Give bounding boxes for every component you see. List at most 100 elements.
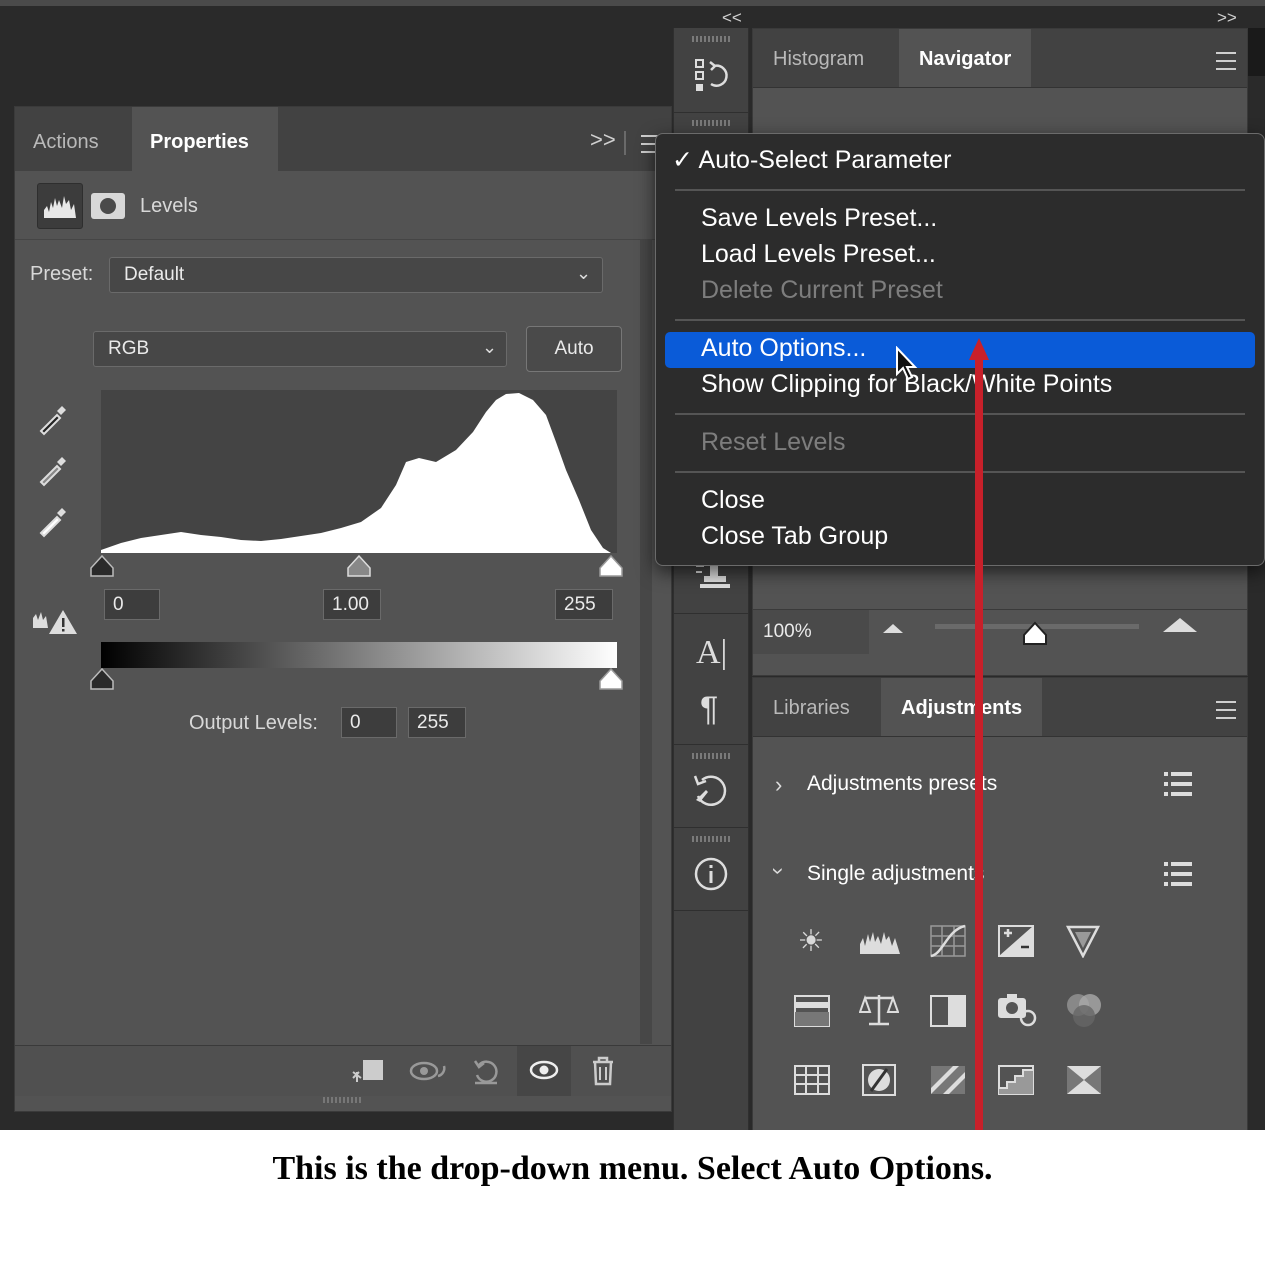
- navigator-tabbar: Histogram Navigator: [753, 29, 1247, 88]
- tab-histogram[interactable]: Histogram: [753, 29, 884, 87]
- auto-button[interactable]: Auto: [526, 326, 622, 372]
- white-point-eyedropper-icon[interactable]: [35, 501, 73, 544]
- strip-divider: [674, 827, 748, 828]
- list-view-icon[interactable]: [1163, 770, 1193, 803]
- trash-icon[interactable]: [590, 1056, 616, 1091]
- list-view-icon[interactable]: [1163, 860, 1193, 893]
- output-black-field[interactable]: [341, 707, 397, 738]
- tab-actions[interactable]: Actions: [15, 107, 117, 171]
- exposure-icon[interactable]: [997, 924, 1035, 963]
- adjustments-tabbar: Libraries Adjustments: [753, 678, 1247, 737]
- chevron-down-icon: ⌄: [482, 337, 498, 357]
- history-icon[interactable]: [694, 56, 730, 101]
- reset-adjustment-icon[interactable]: [471, 1057, 501, 1092]
- single-adjustments-label[interactable]: Single adjustments: [807, 862, 984, 886]
- history-brush-icon[interactable]: [692, 772, 730, 815]
- input-white-field[interactable]: [555, 589, 613, 620]
- levels-histogram: [101, 390, 617, 553]
- tab-navigator[interactable]: Navigator: [899, 29, 1032, 87]
- panel-menu-icon[interactable]: [1216, 52, 1236, 70]
- tutorial-caption: This is the drop-down menu. Select Auto …: [272, 1150, 993, 1187]
- menu-separator: [675, 471, 1245, 473]
- toggle-visibility-button[interactable]: [517, 1046, 571, 1096]
- output-levels-label: Output Levels:: [189, 712, 318, 734]
- brightness-contrast-icon[interactable]: ☀: [791, 922, 831, 962]
- black-point-eyedropper-icon[interactable]: [35, 399, 73, 442]
- tab-libraries[interactable]: Libraries: [753, 678, 870, 736]
- menu-separator: [675, 319, 1245, 321]
- menu-item-close-tab-group[interactable]: Close Tab Group: [701, 518, 888, 554]
- levels-adjustment-icon[interactable]: [37, 183, 83, 229]
- output-level-sliders[interactable]: [89, 667, 629, 693]
- info-icon[interactable]: [694, 857, 728, 896]
- input-level-sliders[interactable]: [89, 554, 629, 580]
- clone-stamp-icon[interactable]: [692, 562, 732, 597]
- gray-point-eyedropper-icon[interactable]: [35, 450, 73, 493]
- zoom-field[interactable]: 100%: [753, 610, 869, 654]
- menu-item-auto-select-parameter[interactable]: ✓ Auto-Select Parameter: [672, 142, 951, 178]
- view-previous-state-icon[interactable]: [408, 1058, 448, 1091]
- preset-dropdown[interactable]: Default ⌄: [109, 257, 603, 293]
- properties-subbar: Levels: [15, 171, 671, 240]
- chevron-down-icon: ⌄: [576, 263, 592, 283]
- zoom-slider-thumb[interactable]: [1021, 621, 1049, 647]
- paragraph-icon[interactable]: ¶: [700, 690, 718, 729]
- panel-flyout-menu: ✓ Auto-Select Parameter Save Levels Pres…: [655, 133, 1265, 566]
- chevron-down-icon[interactable]: ›: [766, 867, 792, 874]
- properties-scrollbar[interactable]: [640, 239, 652, 1044]
- channel-dropdown[interactable]: RGB ⌄: [93, 331, 507, 367]
- preset-value: Default: [124, 264, 185, 285]
- channel-mixer-icon[interactable]: [1064, 992, 1104, 1035]
- clipping-warning-icon[interactable]: [31, 606, 79, 641]
- menu-item-auto-options[interactable]: Auto Options...: [701, 330, 866, 366]
- output-gradient: [101, 642, 617, 668]
- selective-color-icon[interactable]: [1065, 1064, 1103, 1101]
- adjustments-panel: Libraries Adjustments › Adjustments pres…: [752, 677, 1248, 1130]
- strip-divider: [674, 112, 748, 113]
- annotation-arrow: [969, 338, 989, 1130]
- strip-grip: [692, 120, 730, 126]
- preset-label: Preset:: [30, 263, 94, 285]
- menu-item-load-levels-preset[interactable]: Load Levels Preset...: [701, 236, 936, 272]
- output-white-field[interactable]: [408, 707, 466, 738]
- strip-divider: [674, 744, 748, 745]
- mouse-cursor-icon: [896, 346, 918, 381]
- zoom-bar: 100%: [753, 609, 1247, 676]
- input-gamma-field[interactable]: [323, 589, 381, 620]
- invert-icon[interactable]: [861, 1063, 897, 1102]
- clip-to-layer-icon[interactable]: [349, 1058, 385, 1091]
- zoom-value: 100%: [763, 621, 812, 642]
- top-edge: [0, 0, 1265, 6]
- levels-icon[interactable]: [859, 928, 901, 961]
- menu-item-save-levels-preset[interactable]: Save Levels Preset...: [701, 200, 937, 236]
- threshold-icon[interactable]: [997, 1064, 1035, 1101]
- menu-item-delete-current-preset: Delete Current Preset: [701, 276, 943, 304]
- layer-mask-icon[interactable]: [91, 193, 125, 219]
- collapse-right-icon[interactable]: >>: [1217, 8, 1237, 28]
- color-lookup-icon[interactable]: [793, 1064, 831, 1101]
- properties-bottom-bar: [15, 1045, 671, 1096]
- vibrance-icon[interactable]: [1065, 924, 1101, 963]
- properties-tabbar: Actions Properties >>: [15, 107, 671, 172]
- zoom-out-icon[interactable]: [883, 624, 903, 633]
- zoom-in-icon[interactable]: [1163, 618, 1197, 632]
- color-balance-icon[interactable]: [858, 992, 900, 1033]
- collapse-left-icon[interactable]: <<: [722, 8, 742, 28]
- properties-panel: Actions Properties >> Levels Preset: Def…: [14, 106, 672, 1112]
- character-icon[interactable]: A|: [696, 634, 727, 672]
- tab-properties[interactable]: Properties: [132, 107, 278, 171]
- menu-separator: [675, 413, 1245, 415]
- tab-divider: [624, 131, 626, 155]
- panel-resize-grip[interactable]: [323, 1097, 363, 1103]
- strip-divider: [674, 910, 748, 911]
- layer-title: Levels: [140, 195, 198, 217]
- strip-grip: [692, 836, 730, 842]
- panel-menu-icon[interactable]: [1216, 701, 1236, 719]
- photo-filter-icon[interactable]: [997, 992, 1037, 1033]
- menu-item-close[interactable]: Close: [701, 482, 765, 518]
- expand-panels-icon[interactable]: >>: [590, 127, 616, 153]
- hue-saturation-icon[interactable]: [793, 994, 831, 1033]
- right-edge-scrollbar[interactable]: [1248, 28, 1265, 76]
- chevron-right-icon[interactable]: ›: [775, 772, 782, 798]
- input-black-field[interactable]: [104, 589, 160, 620]
